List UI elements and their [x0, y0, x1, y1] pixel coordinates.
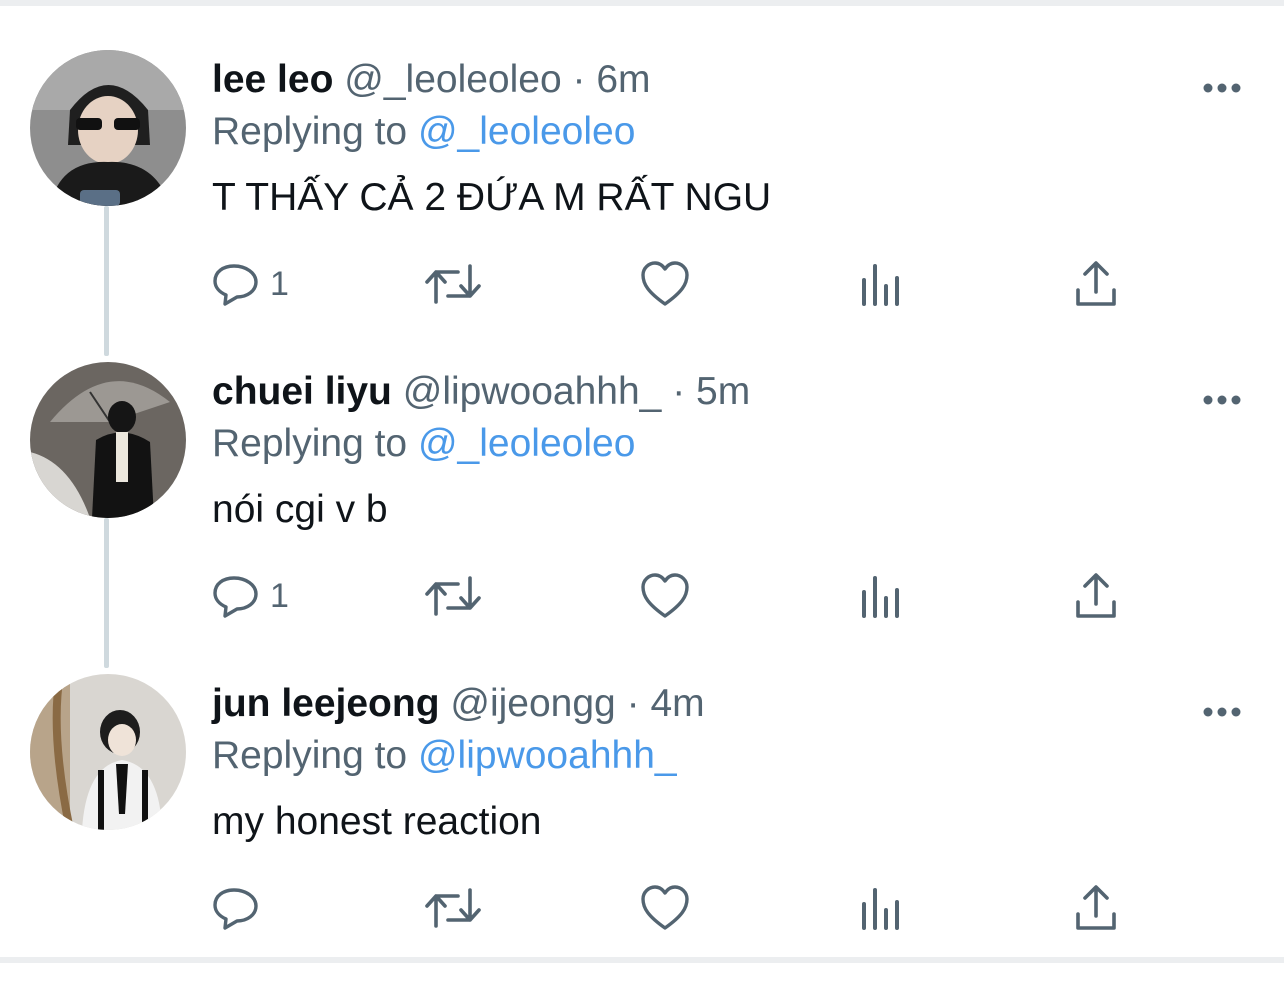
share-button[interactable]	[1074, 880, 1118, 936]
views-button[interactable]	[860, 880, 902, 936]
retweet-icon	[425, 264, 481, 304]
reply-button[interactable]: 1	[212, 568, 289, 624]
heart-icon	[641, 261, 689, 306]
heart-icon	[641, 885, 689, 930]
separator-dot: ·	[572, 58, 586, 101]
reply-icon	[213, 888, 258, 930]
share-icon	[1076, 261, 1116, 306]
mention-link[interactable]: @_leoleoleo	[418, 422, 635, 465]
timestamp[interactable]: 6m	[596, 58, 650, 101]
retweet-button[interactable]	[424, 256, 482, 312]
retweet-button[interactable]	[424, 880, 482, 936]
timestamp[interactable]: 5m	[696, 370, 750, 413]
share-icon	[1076, 573, 1116, 618]
share-icon	[1076, 885, 1116, 930]
action-bar: 1	[212, 256, 1132, 312]
separator-dot: ·	[672, 370, 686, 413]
retweet-button[interactable]	[424, 568, 482, 624]
like-button[interactable]	[640, 568, 690, 624]
user-handle[interactable]: @ijeongg	[450, 682, 615, 725]
avatar[interactable]	[30, 50, 186, 206]
views-icon	[862, 264, 899, 306]
reply-button[interactable]	[212, 880, 270, 936]
tweet-header: lee leo @_leoleoleo · 6m	[212, 56, 651, 104]
tweet-header: chuei liyu @lipwooahhh_ · 5m	[212, 368, 750, 416]
retweet-icon	[425, 888, 481, 928]
more-icon	[1203, 395, 1241, 405]
mention-link[interactable]: @_leoleoleo	[418, 110, 635, 153]
like-button[interactable]	[640, 880, 690, 936]
user-handle[interactable]: @_leoleoleo	[344, 58, 561, 101]
action-bar	[212, 880, 1132, 936]
replying-to-line: Replying to @_leoleoleo	[212, 108, 635, 156]
views-icon	[862, 888, 899, 930]
replying-to-label: Replying to	[212, 110, 408, 153]
replying-to-label: Replying to	[212, 734, 408, 777]
action-bar: 1	[212, 568, 1132, 624]
mention-link[interactable]: @lipwooahhh_	[418, 734, 677, 777]
reply-icon	[213, 264, 258, 306]
display-name[interactable]: lee leo	[212, 58, 333, 101]
bottom-divider	[0, 957, 1284, 963]
tweet-text: T THẤY CẢ 2 ĐỨA M RẤT NGU	[212, 176, 772, 219]
more-icon	[1203, 707, 1241, 717]
reply-icon	[213, 576, 258, 618]
tweet-header: jun leejeong @ijeongg · 4m	[212, 680, 705, 728]
more-options-button[interactable]	[1198, 380, 1246, 420]
replying-to-line: Replying to @lipwooahhh_	[212, 732, 677, 780]
views-button[interactable]	[860, 568, 902, 624]
reply-count: 1	[270, 264, 289, 303]
replying-to-label: Replying to	[212, 422, 408, 465]
tweet-text: my honest reaction	[212, 800, 542, 843]
views-icon	[862, 576, 899, 618]
like-button[interactable]	[640, 256, 690, 312]
replying-to-line: Replying to @_leoleoleo	[212, 420, 635, 468]
more-options-button[interactable]	[1198, 692, 1246, 732]
tweet-text: nói cgi v b	[212, 488, 388, 531]
heart-icon	[641, 573, 689, 618]
share-button[interactable]	[1074, 256, 1118, 312]
avatar[interactable]	[30, 674, 186, 830]
user-handle[interactable]: @lipwooahhh_	[403, 370, 662, 413]
avatar[interactable]	[30, 362, 186, 518]
top-divider	[0, 0, 1284, 6]
reply-count: 1	[270, 576, 289, 615]
display-name[interactable]: jun leejeong	[212, 682, 440, 725]
reply-button[interactable]: 1	[212, 256, 289, 312]
tweet[interactable]: chuei liyu @lipwooahhh_ · 5m Replying to…	[0, 362, 1284, 674]
tweet[interactable]: lee leo @_leoleoleo · 6m Replying to @_l…	[0, 50, 1284, 362]
tweet[interactable]: jun leejeong @ijeongg · 4m Replying to @…	[0, 674, 1284, 986]
share-button[interactable]	[1074, 568, 1118, 624]
more-icon	[1203, 83, 1241, 93]
views-button[interactable]	[860, 256, 902, 312]
more-options-button[interactable]	[1198, 68, 1246, 108]
timestamp[interactable]: 4m	[650, 682, 704, 725]
retweet-icon	[425, 576, 481, 616]
separator-dot: ·	[626, 682, 640, 725]
display-name[interactable]: chuei liyu	[212, 370, 392, 413]
